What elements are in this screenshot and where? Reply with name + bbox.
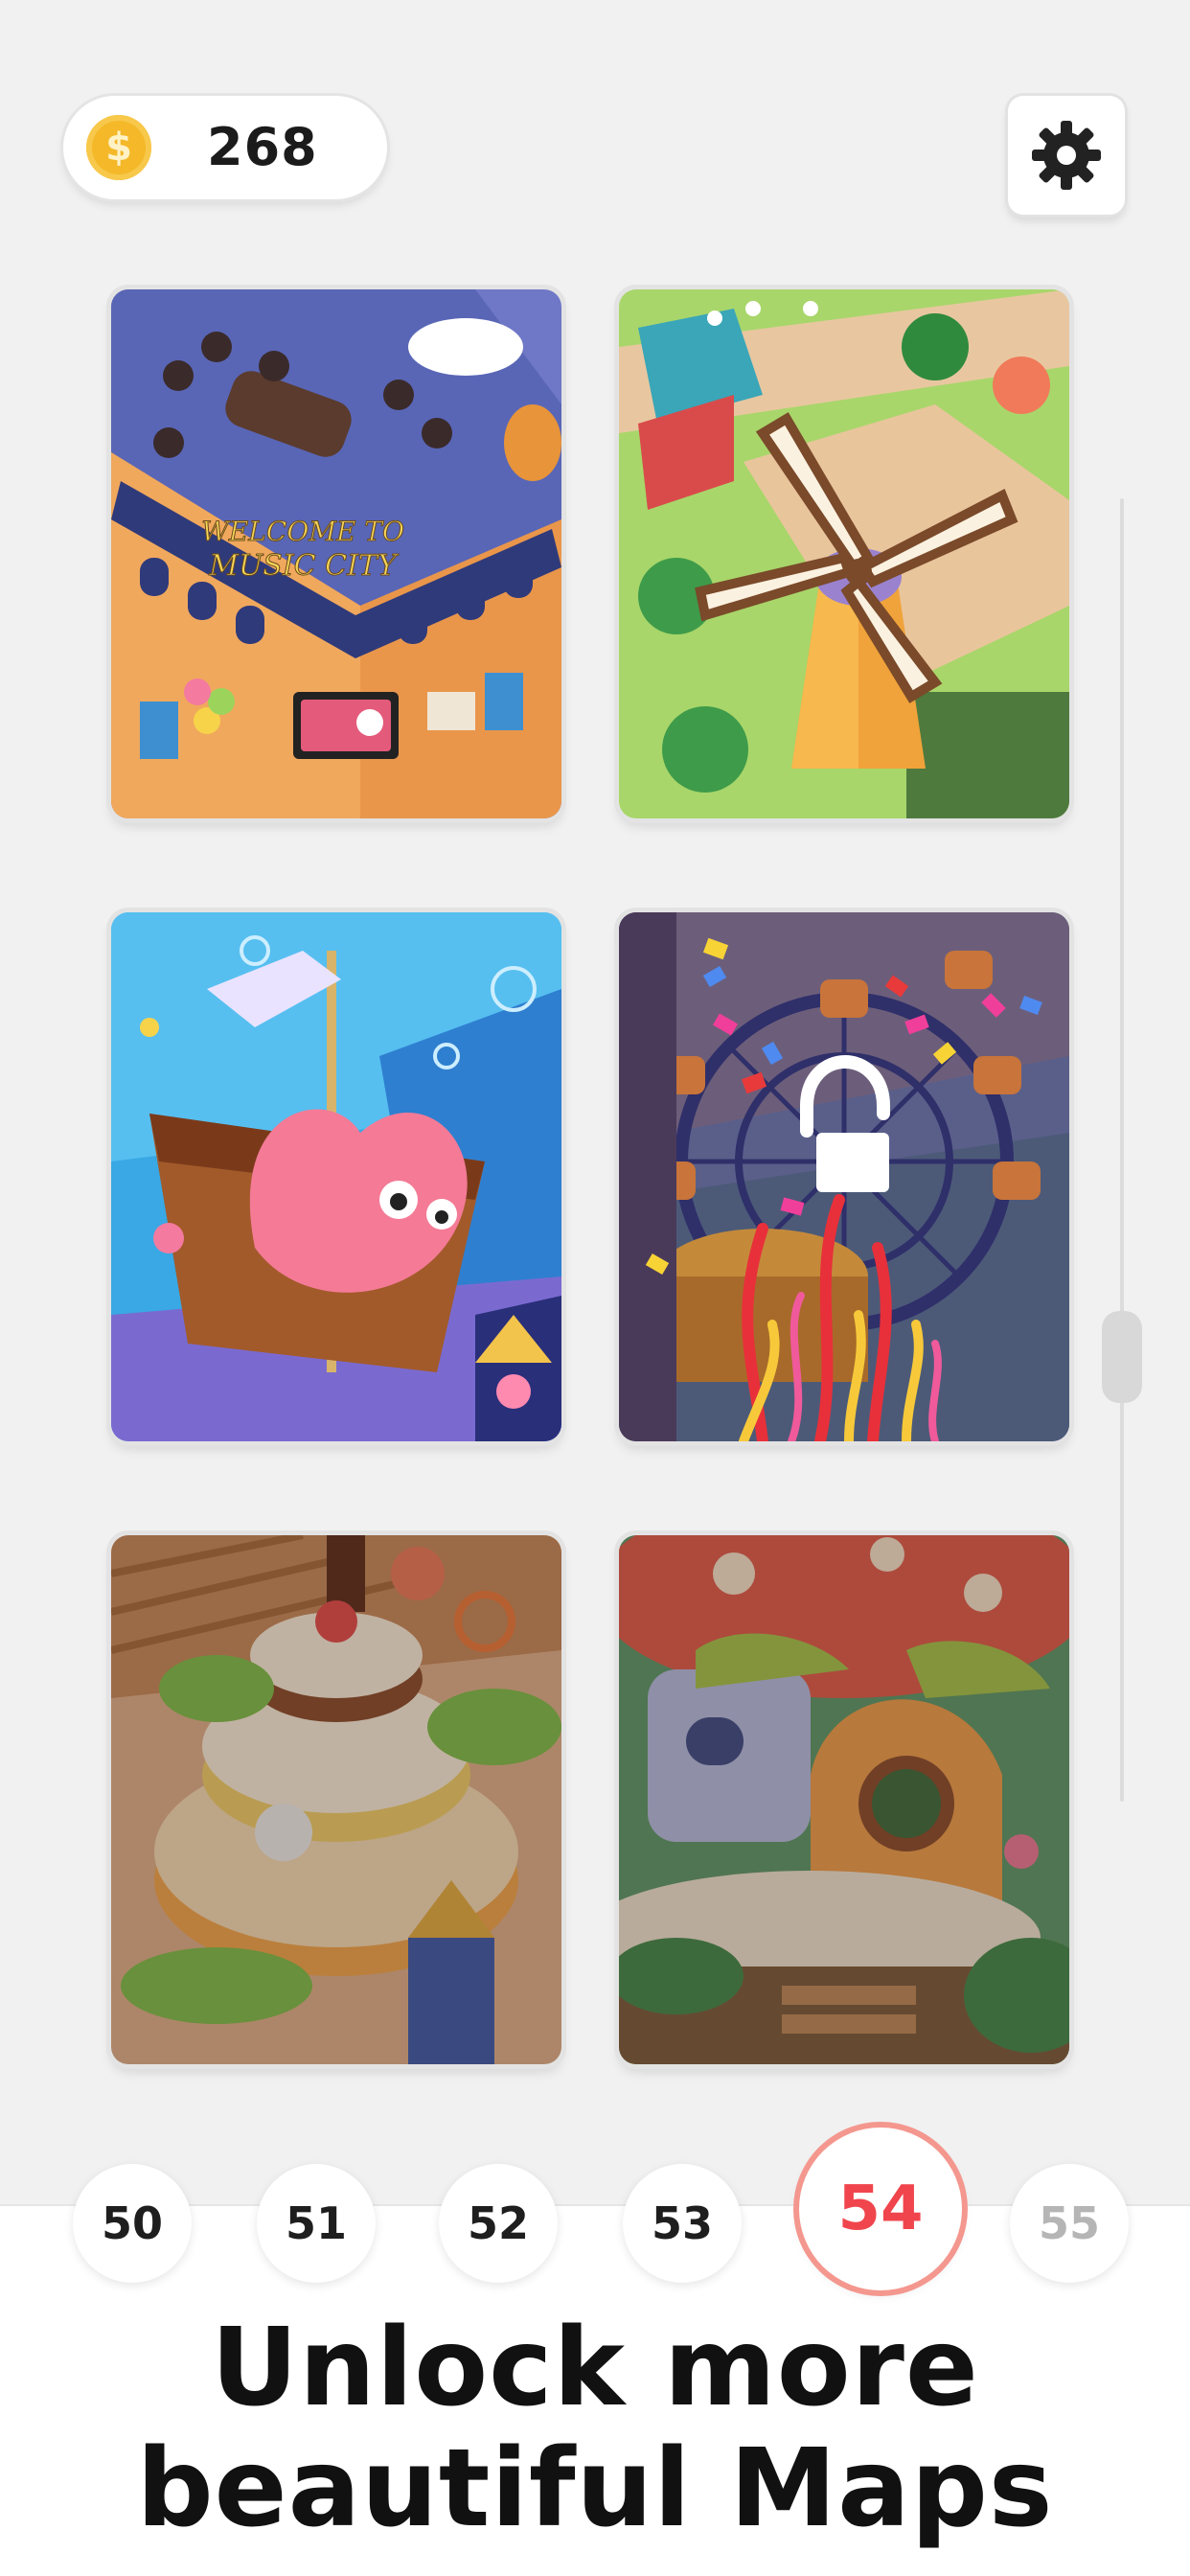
gear-icon xyxy=(1032,121,1101,190)
level-51-button[interactable]: 51 xyxy=(257,2164,376,2283)
locked-overlay xyxy=(111,1535,561,2064)
map-tile-mushroom-village[interactable] xyxy=(619,1535,1069,2064)
settings-button[interactable] xyxy=(1008,96,1125,215)
music-city-illustration: WELCOME TO MUSIC CITY xyxy=(111,289,561,818)
locked-overlay xyxy=(619,1535,1069,2064)
map-tile-music-city[interactable]: WELCOME TO MUSIC CITY xyxy=(111,289,561,818)
headline-line1: Unlock more xyxy=(211,2306,979,2430)
map-tile-windmill-farm[interactable] xyxy=(619,289,1069,818)
coin-count: 268 xyxy=(207,117,318,177)
promo-headline: Unlock more beautiful Maps xyxy=(0,2308,1190,2576)
underwater-pirate-ship-illustration xyxy=(111,912,561,1441)
map-tile-ferris-wheel-park[interactable] xyxy=(619,912,1069,1441)
map-tile-underwater-pirate-ship[interactable] xyxy=(111,912,561,1441)
coin-icon: $ xyxy=(86,115,151,180)
level-54-current-button[interactable]: 54 xyxy=(799,2128,962,2290)
windmill-farm-illustration xyxy=(619,289,1069,818)
level-50-button[interactable]: 50 xyxy=(73,2164,192,2283)
scrollbar-track xyxy=(1120,498,1124,1802)
map-tile-candy-cake-land[interactable] xyxy=(111,1535,561,2064)
welcome-sign-line2: MUSIC CITY xyxy=(208,549,400,583)
scrollbar-thumb[interactable] xyxy=(1102,1311,1142,1403)
level-53-button[interactable]: 53 xyxy=(623,2164,742,2283)
level-55-button[interactable]: 55 xyxy=(1010,2164,1129,2283)
unlock-icon xyxy=(800,1054,890,1192)
welcome-sign-line1: WELCOME TO xyxy=(201,516,404,547)
coin-balance: $ 268 xyxy=(63,96,387,199)
headline-line2: beautiful Maps xyxy=(136,2426,1054,2551)
level-52-button[interactable]: 52 xyxy=(439,2164,558,2283)
